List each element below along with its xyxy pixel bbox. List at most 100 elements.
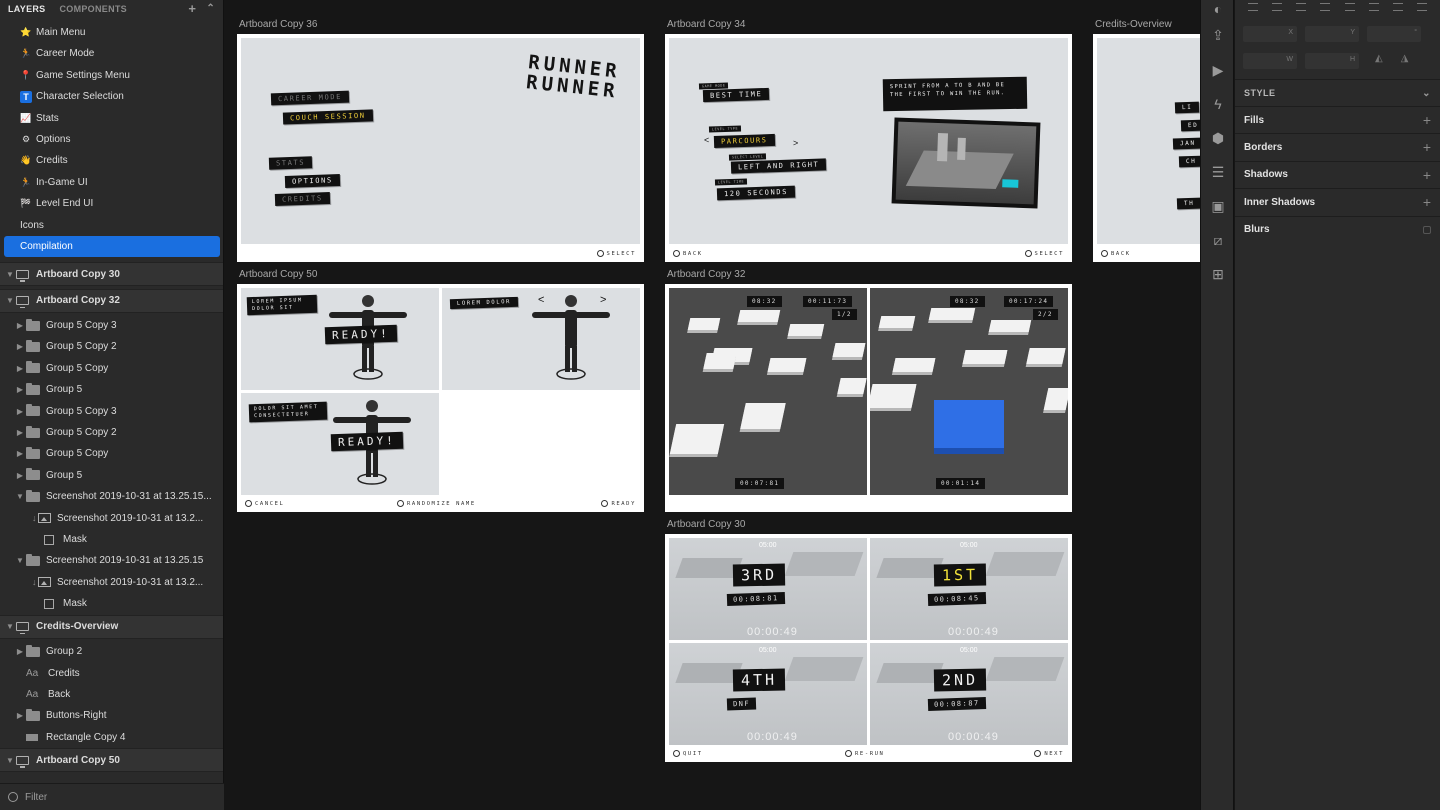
- layer-group[interactable]: ▶ Group 5 Copy: [0, 443, 223, 464]
- artboard-copy-50[interactable]: LOREM IPSUM DOLOR SIT READY! LOREM DOLOR…: [237, 284, 644, 512]
- crop-icon[interactable]: ⧄: [1209, 231, 1227, 249]
- layer-artboard[interactable]: ▼ Artboard Copy 50: [0, 748, 223, 773]
- collapse-pages-icon[interactable]: ⌃: [206, 3, 215, 14]
- artboard-label-copy-50[interactable]: Artboard Copy 50: [239, 269, 317, 280]
- style-section-fills[interactable]: Fills +: [1235, 106, 1440, 133]
- canvas[interactable]: Artboard Copy 36 RUNNER RUNNER CAREER MO…: [225, 0, 1200, 810]
- y-field[interactable]: Y: [1305, 26, 1359, 42]
- blur-toggle-checkbox[interactable]: [1423, 225, 1431, 234]
- layer-artboard[interactable]: ▼ Artboard Copy 32: [0, 288, 223, 313]
- add-page-icon[interactable]: +: [188, 2, 196, 15]
- add-icon[interactable]: +: [1423, 167, 1431, 183]
- layer-group[interactable]: ▼ Screenshot 2019-10-31 at 13.25.15...: [0, 486, 223, 507]
- rotation-field[interactable]: °: [1367, 26, 1421, 42]
- style-section-header[interactable]: STYLE ⌄: [1235, 79, 1440, 106]
- page-item[interactable]: 🏁 Level End UI: [0, 193, 223, 214]
- artboard-label-copy-36[interactable]: Artboard Copy 36: [239, 19, 317, 30]
- layer-group[interactable]: ▶ Group 5 Copy 3: [0, 315, 223, 336]
- export-icon[interactable]: ⇪: [1209, 26, 1227, 44]
- add-icon[interactable]: +: [1423, 139, 1431, 155]
- disclosure-collapsed-icon[interactable]: ▶: [14, 407, 26, 416]
- layer-group[interactable]: ▶ Group 5 Copy: [0, 358, 223, 379]
- page-item[interactable]: Compilation: [4, 236, 220, 257]
- artboard-label-credits-overview[interactable]: Credits-Overview: [1095, 19, 1172, 30]
- align-center-h-icon[interactable]: [1272, 3, 1283, 11]
- layer-mask[interactable]: Mask: [0, 529, 223, 550]
- layer-image[interactable]: ↓ Screenshot 2019-10-31 at 13.2...: [0, 572, 223, 593]
- disclosure-collapsed-icon[interactable]: ▶: [14, 364, 26, 373]
- disclosure-expanded-icon[interactable]: ▼: [4, 622, 16, 631]
- style-section-blurs[interactable]: Blurs: [1235, 215, 1440, 243]
- width-field[interactable]: W: [1243, 53, 1297, 69]
- page-item[interactable]: 🏃 In-Game UI: [0, 172, 223, 193]
- layer-group[interactable]: ▶ Group 2: [0, 641, 223, 662]
- tab-components[interactable]: COMPONENTS: [59, 4, 127, 14]
- x-field[interactable]: X: [1243, 26, 1297, 42]
- layer-text[interactable]: Aa Credits: [0, 663, 223, 684]
- add-icon[interactable]: +: [1423, 194, 1431, 210]
- disclosure-collapsed-icon[interactable]: ▶: [14, 449, 26, 458]
- flip-vertical-icon[interactable]: ◮: [1401, 53, 1409, 69]
- disclosure-collapsed-icon[interactable]: ▶: [14, 711, 26, 720]
- hexagon-icon[interactable]: ⬢: [1209, 129, 1227, 147]
- layer-text[interactable]: Aa Back: [0, 684, 223, 705]
- height-field[interactable]: H: [1305, 53, 1359, 69]
- add-icon[interactable]: +: [1423, 112, 1431, 128]
- play-icon[interactable]: ▶: [1209, 61, 1227, 79]
- page-item[interactable]: Icons: [0, 215, 223, 236]
- disclosure-collapsed-icon[interactable]: ▶: [14, 471, 26, 480]
- align-bottom-icon[interactable]: [1392, 3, 1403, 11]
- layer-group[interactable]: ▶ Group 5 Copy 3: [0, 401, 223, 422]
- disclosure-collapsed-icon[interactable]: ▶: [14, 321, 26, 330]
- disclosure-collapsed-icon[interactable]: ▶: [14, 428, 26, 437]
- page-item[interactable]: ⭐ Main Menu: [0, 22, 223, 43]
- disclosure-expanded-icon[interactable]: ▼: [14, 492, 26, 501]
- disclosure-collapsed-icon[interactable]: ▶: [14, 647, 26, 656]
- artboard-copy-30[interactable]: 05:00 3RD 00:08:81 00:00:49 05:00 1ST 00…: [665, 534, 1072, 762]
- component-icon[interactable]: ▣: [1209, 197, 1227, 215]
- layer-mask[interactable]: Mask: [0, 593, 223, 614]
- layer-artboard[interactable]: ▼ Credits-Overview: [0, 614, 223, 639]
- align-middle-icon[interactable]: [1368, 3, 1379, 11]
- align-right-icon[interactable]: [1296, 3, 1307, 11]
- distribute-h-icon[interactable]: [1320, 3, 1331, 11]
- layer-group[interactable]: ▶ Group 5: [0, 379, 223, 400]
- lightning-icon[interactable]: ϟ: [1209, 95, 1227, 113]
- layer-group[interactable]: ▶ Buttons-Right: [0, 705, 223, 726]
- disclosure-collapsed-icon[interactable]: ▶: [14, 385, 26, 394]
- list-icon[interactable]: ☰: [1209, 163, 1227, 181]
- style-section-borders[interactable]: Borders +: [1235, 133, 1440, 160]
- layer-rect[interactable]: Rectangle Copy 4: [0, 727, 223, 748]
- page-item[interactable]: ⚙ Options: [0, 129, 223, 150]
- tab-layers[interactable]: LAYERS: [8, 4, 45, 14]
- layer-artboard[interactable]: ▼ Artboard Copy 30: [0, 262, 223, 286]
- artboard-copy-36[interactable]: RUNNER RUNNER CAREER MODE COUCH SESSION …: [237, 34, 644, 262]
- layer-group[interactable]: ▶ Group 5 Copy 2: [0, 422, 223, 443]
- artboard-label-copy-32[interactable]: Artboard Copy 32: [667, 269, 745, 280]
- layer-group[interactable]: ▶ Group 5 Copy 2: [0, 336, 223, 357]
- align-top-icon[interactable]: [1344, 3, 1355, 11]
- layer-filter[interactable]: Filter: [0, 783, 224, 810]
- palette-icon[interactable]: ◐: [1209, 0, 1227, 18]
- flip-horizontal-icon[interactable]: ◭: [1375, 53, 1383, 69]
- disclosure-expanded-icon[interactable]: ▼: [4, 756, 16, 765]
- page-item[interactable]: T Character Selection: [0, 86, 223, 107]
- disclosure-expanded-icon[interactable]: ▼: [4, 270, 16, 279]
- layer-group[interactable]: ▼ Screenshot 2019-10-31 at 13.25.15: [0, 550, 223, 571]
- artboard-credits-overview[interactable]: LI ED JAN CH TH BACK: [1093, 34, 1200, 262]
- page-item[interactable]: 🏃 Career Mode: [0, 43, 223, 64]
- style-section-inner-shadows[interactable]: Inner Shadows +: [1235, 188, 1440, 215]
- page-item[interactable]: 📍 Game Settings Menu: [0, 65, 223, 86]
- align-left-icon[interactable]: [1248, 3, 1259, 11]
- layer-group[interactable]: ▶ Group 5: [0, 465, 223, 486]
- artboard-label-copy-30[interactable]: Artboard Copy 30: [667, 519, 745, 530]
- artboard-copy-32[interactable]: 08:32 00:11:73 1/2 00:07:81 08:32 00:17:…: [665, 284, 1072, 512]
- disclosure-collapsed-icon[interactable]: ▶: [14, 342, 26, 351]
- artboard-label-copy-34[interactable]: Artboard Copy 34: [667, 19, 745, 30]
- add-image-icon[interactable]: ⊞: [1209, 265, 1227, 283]
- artboard-copy-34[interactable]: GAME MODE BEST TIME LEVEL TYPE < PARCOUR…: [665, 34, 1072, 262]
- layer-image[interactable]: ↓ Screenshot 2019-10-31 at 13.2...: [0, 508, 223, 529]
- style-section-shadows[interactable]: Shadows +: [1235, 160, 1440, 188]
- distribute-v-icon[interactable]: [1416, 3, 1427, 11]
- page-item[interactable]: 📈 Stats: [0, 108, 223, 129]
